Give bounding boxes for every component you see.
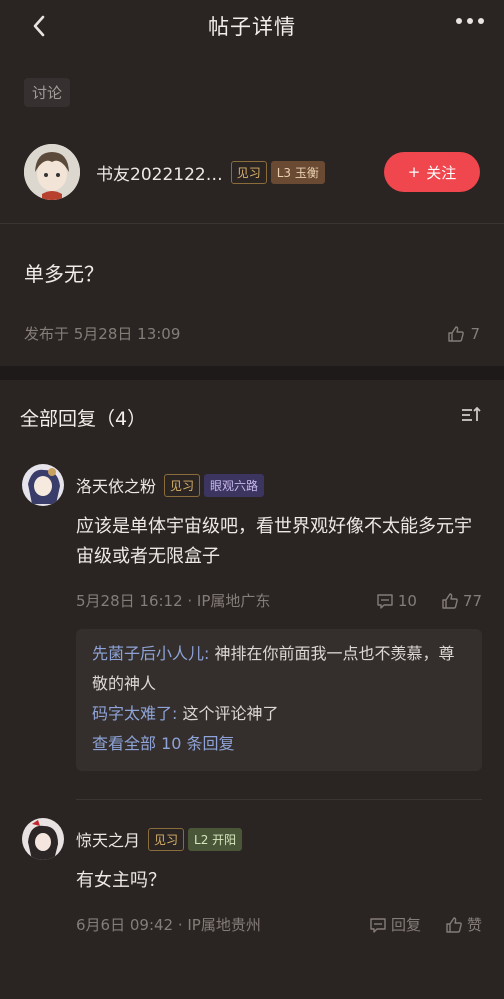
commenter-avatar[interactable] xyxy=(22,464,64,506)
post-tag[interactable]: 讨论 xyxy=(24,78,71,107)
more-icon[interactable] xyxy=(456,18,484,24)
rank-badge: 见习 xyxy=(164,473,201,497)
section-separator xyxy=(0,366,504,380)
like-button[interactable]: 77 xyxy=(441,592,482,610)
comment: 洛天依之粉 见习 眼观六路 应该是单体宇宙级吧，看世界观好像不太能多元宇宙级或者… xyxy=(0,464,504,800)
commenter-avatar[interactable] xyxy=(22,818,64,860)
post-meta: 发布于 5月28日 13:09 7 xyxy=(24,323,480,344)
comment-text: 有女主吗？ xyxy=(76,870,166,891)
like-count: 77 xyxy=(462,591,482,610)
author-name[interactable]: 书友2022122… xyxy=(96,160,223,185)
divider xyxy=(0,223,504,224)
reply-button[interactable]: 回复 xyxy=(369,914,421,935)
level-badge: L2 开阳 xyxy=(188,827,243,851)
comment-count: 10 xyxy=(397,591,417,610)
rank-badge: 见习 xyxy=(230,160,267,184)
author-avatar[interactable] xyxy=(24,144,80,200)
author-row: 书友2022122… 见习 L3 玉衡 + 关注 xyxy=(24,143,480,201)
thumbs-up-icon xyxy=(446,916,462,933)
comment-icon xyxy=(377,593,393,609)
sub-reply[interactable]: 码字太难了: 这个评论神了 xyxy=(92,699,466,729)
comment-meta: 6月6日 09:42 · IP属地贵州 回复 赞 xyxy=(76,914,482,935)
sort-icon[interactable] xyxy=(460,405,482,429)
sub-reply-text: 这个评论神了 xyxy=(177,704,279,723)
post-like-button[interactable]: 7 xyxy=(447,325,480,343)
thumbs-up-icon xyxy=(448,325,465,342)
plus-icon: + xyxy=(407,163,421,181)
title-badge: 眼观六路 xyxy=(204,473,265,497)
comment-time: 6月6日 09:42 · IP属地贵州 xyxy=(76,916,261,934)
reply-label: 回复 xyxy=(390,916,421,934)
comment-icon xyxy=(370,917,386,933)
rank-badge: 见习 xyxy=(148,827,185,851)
page-title: 帖子详情 xyxy=(208,15,296,39)
commenter-name[interactable]: 洛天依之粉 xyxy=(76,473,156,497)
post-like-count: 7 xyxy=(470,324,480,343)
post: 讨论 书友2022122… 见习 L3 玉衡 + 关注 单多无？ 发布于 5月2… xyxy=(0,52,504,344)
reply-button[interactable]: 10 xyxy=(376,592,417,610)
comment: 惊天之月 见习 L2 开阳 有女主吗？ 6月6日 09:42 · IP属地贵州 … xyxy=(0,818,504,935)
comment-text: 应该是单体宇宙级吧，看世界观好像不太能多元宇宙级或者无限盒子 xyxy=(76,516,472,567)
thumbs-up-icon xyxy=(442,592,458,609)
view-all-replies-link[interactable]: 查看全部 10 条回复 xyxy=(92,729,466,759)
comment-time: 5月28日 16:12 · IP属地广东 xyxy=(76,592,271,610)
sub-reply-user[interactable]: 码字太难了: xyxy=(92,704,177,723)
commenter-name[interactable]: 惊天之月 xyxy=(76,827,140,851)
comment-meta: 5月28日 16:12 · IP属地广东 10 77 xyxy=(76,590,482,611)
sub-replies: 先菌子后小人儿: 神排在你前面我一点也不羡慕，尊敬的神人 码字太难了: 这个评论… xyxy=(76,629,482,771)
back-icon[interactable] xyxy=(26,12,54,40)
top-bar: 帖子详情 xyxy=(0,0,504,52)
sub-reply[interactable]: 先菌子后小人儿: 神排在你前面我一点也不羡慕，尊敬的神人 xyxy=(92,639,466,699)
like-label: 赞 xyxy=(466,916,482,934)
divider xyxy=(76,799,482,800)
like-button[interactable]: 赞 xyxy=(445,914,482,935)
publish-time: 发布于 5月28日 13:09 xyxy=(24,325,181,343)
replies-title: 全部回复（4） xyxy=(20,407,147,430)
follow-button[interactable]: + 关注 xyxy=(384,152,480,192)
sub-reply-user[interactable]: 先菌子后小人儿: xyxy=(92,644,209,663)
post-body: 单多无？ xyxy=(24,262,104,286)
level-badge: L3 玉衡 xyxy=(270,160,325,184)
replies-header: 全部回复（4） xyxy=(0,386,504,448)
follow-label: 关注 xyxy=(426,163,457,182)
